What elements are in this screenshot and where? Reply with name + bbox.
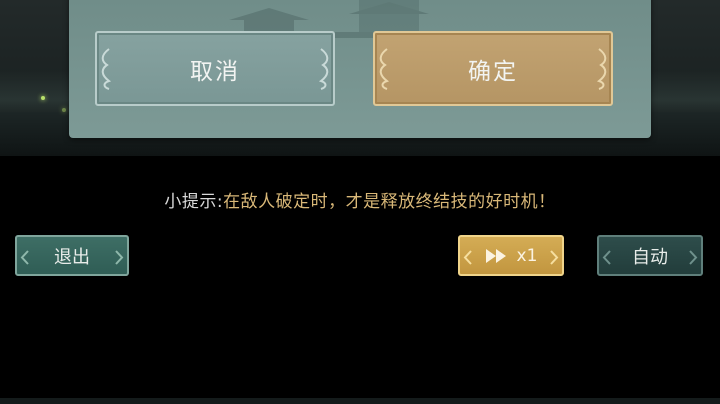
- leaf-ornament-icon: [550, 250, 559, 265]
- leaf-ornament-icon: [20, 250, 29, 265]
- cloud-ornament-icon: [101, 48, 111, 90]
- cancel-button-label: 取消: [190, 58, 240, 85]
- cloud-ornament-icon: [319, 48, 329, 90]
- auto-battle-button[interactable]: 自动: [597, 235, 703, 276]
- tip-label: 小提示:: [164, 192, 224, 212]
- cloud-ornament-icon: [597, 48, 607, 90]
- auto-button-label: 自动: [632, 246, 668, 268]
- exit-button-label: 退出: [54, 246, 90, 268]
- bottom-border: [0, 398, 720, 404]
- speed-multiplier-label: x1: [516, 245, 538, 266]
- leaf-ornament-icon: [689, 250, 698, 265]
- leaf-ornament-icon: [602, 250, 611, 265]
- tip-message: 在敌人破定时，才是释放终结技的好时机！: [223, 192, 556, 212]
- confirm-button-label: 确定: [468, 58, 518, 85]
- firefly-particle: [62, 108, 66, 112]
- confirm-dialog: 取消 确定: [69, 0, 651, 138]
- tip-text: 小提示:在敌人破定时，才是释放终结技的好时机！: [0, 187, 720, 212]
- exit-button[interactable]: 退出: [15, 235, 129, 276]
- fast-forward-icon: [485, 248, 506, 263]
- speed-toggle-button[interactable]: x1: [458, 235, 564, 276]
- cloud-ornament-icon: [379, 48, 389, 90]
- cancel-button[interactable]: 取消: [95, 31, 335, 106]
- firefly-particle: [41, 96, 45, 100]
- confirm-button[interactable]: 确定: [373, 31, 613, 106]
- leaf-ornament-icon: [463, 250, 472, 265]
- leaf-ornament-icon: [115, 250, 124, 265]
